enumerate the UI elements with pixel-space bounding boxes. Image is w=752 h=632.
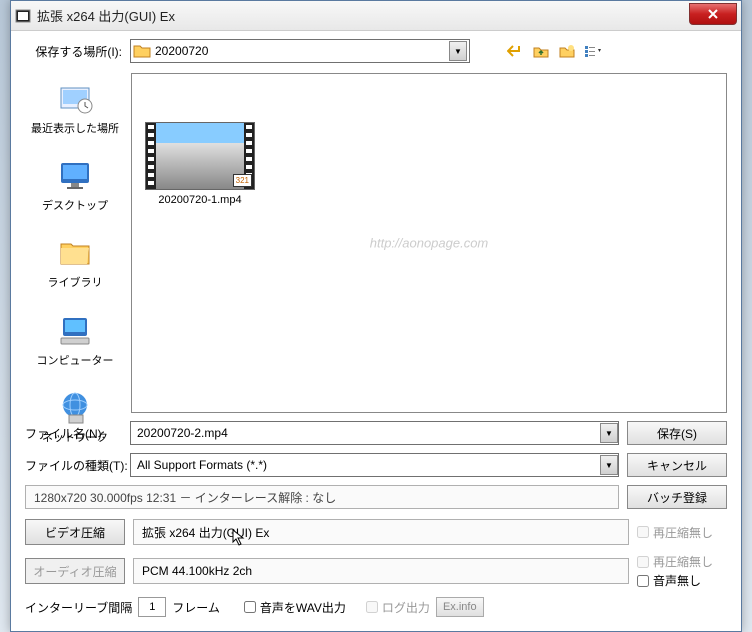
desktop-icon — [54, 154, 96, 196]
main-area: 最近表示した場所 デスクトップ ライブラリ コンピューター ネットワーク — [25, 73, 727, 413]
filename-label: ファイル名(N): — [25, 425, 130, 442]
back-icon[interactable] — [506, 42, 524, 60]
folder-icon — [133, 43, 151, 59]
location-value: 20200720 — [155, 44, 449, 58]
filetype-label: ファイルの種類(T): — [25, 457, 130, 474]
file-item[interactable]: 321 20200720-1.mp4 — [140, 122, 260, 206]
thumbnail-badge: 321 — [233, 174, 252, 187]
filetype-row: ファイルの種類(T): ▼ キャンセル — [25, 453, 727, 477]
audio-compress-row: オーディオ圧縮 PCM 44.100kHz 2ch 再圧縮無し 音声無し — [25, 553, 727, 589]
sidebar-item-libraries[interactable]: ライブラリ — [25, 231, 125, 290]
location-dropdown[interactable]: 20200720 ▼ — [130, 39, 470, 63]
wav-output-checkbox[interactable]: 音声をWAV出力 — [244, 599, 346, 616]
network-icon — [54, 386, 96, 428]
audio-compress-button: オーディオ圧縮 — [25, 558, 125, 584]
filename-input[interactable] — [131, 426, 600, 440]
sidebar-label: コンピューター — [25, 355, 125, 368]
sidebar-label: 最近表示した場所 — [25, 123, 125, 136]
filetype-input[interactable] — [131, 458, 600, 472]
video-compress-button[interactable]: ビデオ圧縮 — [25, 519, 125, 545]
app-icon — [15, 8, 31, 24]
bottom-section: ファイル名(N): ▼ 保存(S) ファイルの種類(T): ▼ キャンセル 12… — [25, 421, 727, 617]
computer-icon — [54, 309, 96, 351]
chevron-down-icon[interactable]: ▼ — [600, 423, 618, 443]
log-output-checkbox: ログ出力 — [366, 599, 430, 616]
video-thumbnail: 321 — [145, 122, 255, 190]
dialog-window: 拡張 x264 出力(GUI) Ex 保存する場所(I): 20200720 ▼ — [10, 0, 742, 632]
content-area: 保存する場所(I): 20200720 ▼ 最近表示した場所 — [11, 31, 741, 625]
cancel-button[interactable]: キャンセル — [627, 453, 727, 477]
footer-row: インターリーブ間隔 フレーム 音声をWAV出力 ログ出力 Ex.info — [25, 597, 727, 617]
video-info-text: 1280x720 30.000fps 12:31 － インターレース解除 : な… — [25, 485, 619, 509]
sidebar-item-recent[interactable]: 最近表示した場所 — [25, 77, 125, 136]
sidebar-label: ライブラリ — [25, 277, 125, 290]
frame-unit-label: フレーム — [172, 599, 220, 616]
window-title: 拡張 x264 出力(GUI) Ex — [37, 6, 175, 25]
chevron-down-icon[interactable]: ▼ — [449, 41, 467, 61]
audio-recompress-checkbox: 再圧縮無し — [637, 553, 727, 570]
video-compress-value: 拡張 x264 出力(GUI) Ex — [133, 519, 629, 545]
video-recompress-checkbox: 再圧縮無し — [637, 524, 727, 541]
sidebar-item-computer[interactable]: コンピューター — [25, 309, 125, 368]
save-button[interactable]: 保存(S) — [627, 421, 727, 445]
view-menu-icon[interactable] — [584, 42, 602, 60]
recent-places-icon — [54, 77, 96, 119]
audio-compress-value: PCM 44.100kHz 2ch — [133, 558, 629, 584]
titlebar: 拡張 x264 出力(GUI) Ex — [11, 1, 741, 31]
save-location-label: 保存する場所(I): — [25, 43, 130, 60]
chevron-down-icon[interactable]: ▼ — [600, 455, 618, 475]
libraries-icon — [54, 231, 96, 273]
interleave-label: インターリーブ間隔 — [25, 599, 132, 616]
info-row: 1280x720 30.000fps 12:31 － インターレース解除 : な… — [25, 485, 727, 509]
places-sidebar: 最近表示した場所 デスクトップ ライブラリ コンピューター ネットワーク — [25, 73, 125, 413]
video-compress-row: ビデオ圧縮 拡張 x264 出力(GUI) Ex 再圧縮無し — [25, 519, 727, 545]
file-browser[interactable]: 321 20200720-1.mp4 http://aonopage.com — [131, 73, 727, 413]
toolbar-icons — [506, 42, 602, 60]
watermark-text: http://aonopage.com — [370, 236, 489, 251]
sidebar-item-desktop[interactable]: デスクトップ — [25, 154, 125, 213]
new-folder-icon[interactable] — [558, 42, 576, 60]
filename-combo[interactable]: ▼ — [130, 421, 619, 445]
no-audio-checkbox[interactable]: 音声無し — [637, 572, 727, 589]
up-folder-icon[interactable] — [532, 42, 550, 60]
filetype-combo[interactable]: ▼ — [130, 453, 619, 477]
file-name: 20200720-1.mp4 — [140, 194, 260, 206]
save-location-row: 保存する場所(I): 20200720 ▼ — [25, 39, 727, 63]
filename-row: ファイル名(N): ▼ 保存(S) — [25, 421, 727, 445]
exinfo-button[interactable]: Ex.info — [436, 597, 484, 617]
close-button[interactable] — [689, 3, 737, 25]
interleave-input[interactable] — [138, 597, 166, 617]
sidebar-label: デスクトップ — [25, 200, 125, 213]
batch-register-button[interactable]: バッチ登録 — [627, 485, 727, 509]
